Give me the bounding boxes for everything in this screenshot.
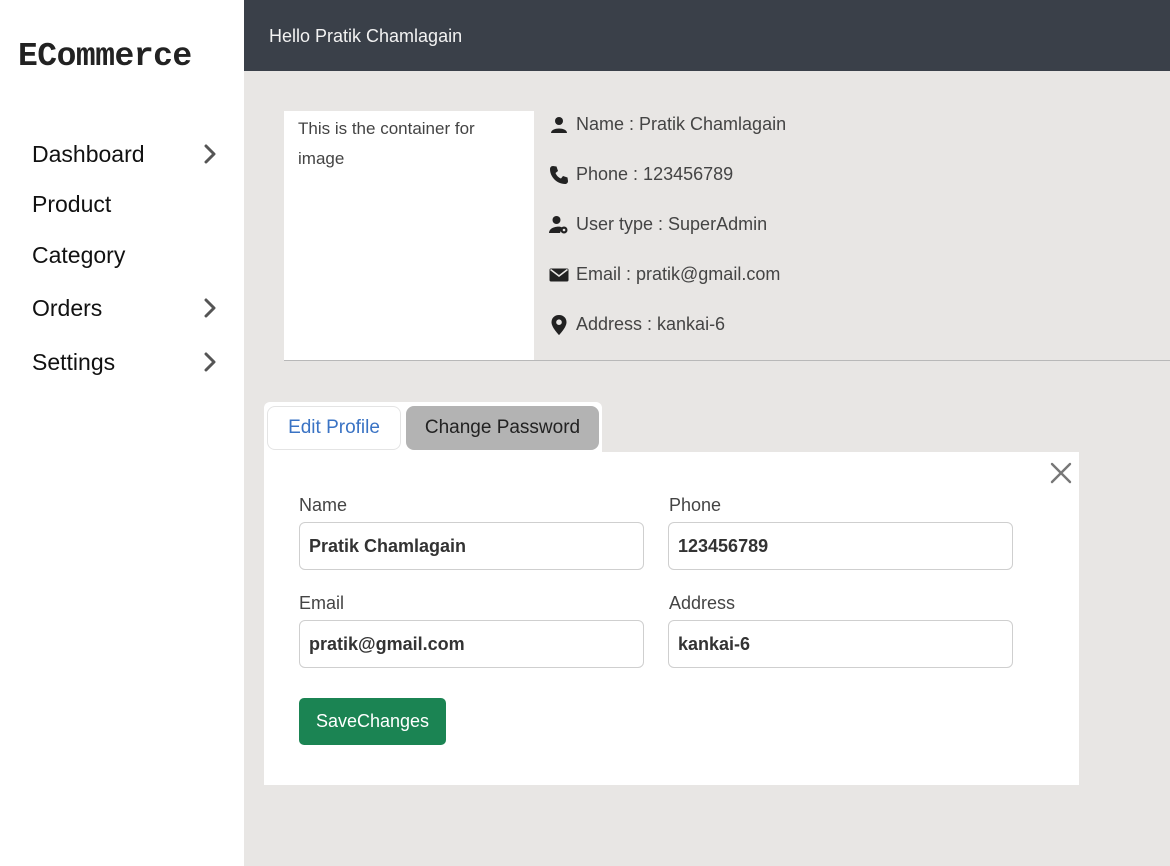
name-input[interactable]	[299, 522, 644, 570]
sidebar-item-orders[interactable]: Orders	[32, 290, 222, 326]
sidebar-item-product[interactable]: Product	[32, 186, 222, 222]
sidebar-item-settings[interactable]: Settings	[32, 344, 222, 380]
profile-image-container: This is the container for image	[284, 111, 534, 361]
greeting-text: Hello Pratik Chamlagain	[269, 26, 463, 46]
sidebar-item-label: Product	[32, 190, 112, 217]
profile-info-email: Email : pratik@gmail.com	[549, 264, 780, 285]
location-pin-icon	[549, 314, 569, 335]
tab-edit-profile[interactable]: Edit Profile	[267, 406, 401, 450]
phone-icon	[549, 165, 569, 185]
email-label: Email	[299, 593, 345, 613]
profile-info-address: Address : kankai-6	[549, 314, 725, 335]
name-label: Name	[299, 495, 348, 515]
user-icon	[549, 115, 569, 135]
sidebar-item-label: Orders	[32, 294, 103, 321]
user-gear-icon	[549, 215, 569, 235]
sidebar-item-dashboard[interactable]: Dashboard	[32, 136, 222, 172]
chevron-right-icon	[198, 350, 222, 374]
top-bar: Hello Pratik Chamlagain	[244, 0, 1170, 71]
address-label: Address	[669, 593, 736, 613]
profile-info-user-type: User type : SuperAdmin	[549, 214, 767, 235]
close-icon[interactable]	[1048, 460, 1074, 486]
edit-profile-panel: Name Phone Email Address SaveChanges	[264, 452, 1079, 785]
sidebar-item-label: Settings	[32, 348, 116, 375]
profile-info-text: Address : kankai-6	[576, 314, 726, 334]
brand-logo: ECommerce	[18, 38, 192, 75]
profile-info-text: User type : SuperAdmin	[576, 214, 768, 234]
envelope-icon	[549, 265, 569, 285]
sidebar: ECommerce Dashboard Product Category Ord…	[0, 0, 244, 866]
sidebar-item-category[interactable]: Category	[32, 237, 222, 273]
chevron-right-icon	[198, 296, 222, 320]
save-changes-button[interactable]: SaveChanges	[299, 698, 446, 745]
sidebar-item-label: Dashboard	[32, 140, 145, 167]
profile-info-text: Email : pratik@gmail.com	[576, 264, 781, 284]
tab-change-password[interactable]: Change Password	[406, 406, 599, 450]
profile-tabs: Edit Profile Change Password	[264, 402, 602, 452]
address-input[interactable]	[668, 620, 1013, 668]
email-input[interactable]	[299, 620, 644, 668]
profile-info-text: Name : Pratik Chamlagain	[576, 114, 787, 134]
divider	[284, 360, 1170, 361]
profile-info-name: Name : Pratik Chamlagain	[549, 114, 786, 135]
phone-label: Phone	[669, 495, 722, 515]
sidebar-item-label: Category	[32, 241, 126, 268]
profile-info-phone: Phone : 123456789	[549, 164, 733, 185]
profile-info-text: Phone : 123456789	[576, 164, 734, 184]
phone-input[interactable]	[668, 522, 1013, 570]
chevron-right-icon	[198, 142, 222, 166]
